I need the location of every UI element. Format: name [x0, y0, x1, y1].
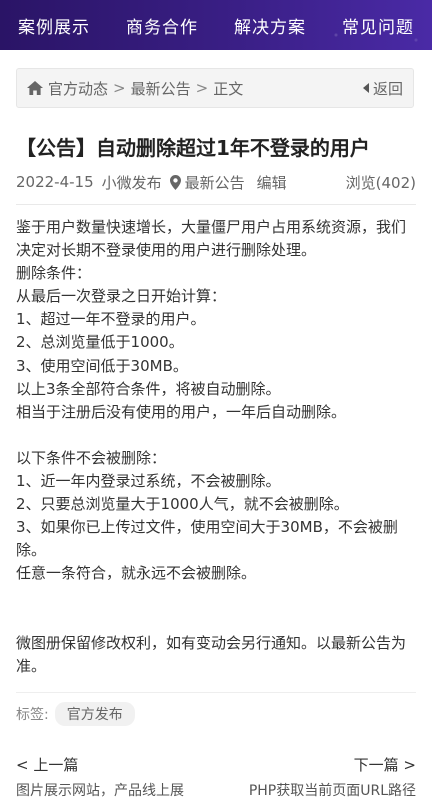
article-title: 【公告】自动删除超过1年不登录的用户: [16, 136, 370, 160]
divider: [16, 204, 416, 205]
prev-article-title[interactable]: 图片展示网站，产品线上展: [16, 780, 184, 800]
article-paragraph: 以上3条全部符合条件，将被自动删除。: [16, 379, 281, 398]
article-pager: < 上一篇 下一篇 > 图片展示网站，产品线上展 PHP获取当前页面URL路径: [16, 752, 416, 802]
divider: [16, 692, 416, 693]
article-paragraph: 微图册保留修改权利，如有变动会另行通知。以最新公告为准。: [16, 633, 407, 675]
nav-item-solutions[interactable]: 解决方案: [234, 13, 306, 38]
breadcrumb: 官方动态 > 最新公告 > 正文 返回: [16, 68, 414, 108]
article-paragraph: 3、如果你已上传过文件，使用空间大于30MB，不会被删除。: [16, 518, 398, 560]
location-pin-icon: [169, 174, 181, 190]
breadcrumb-official-news[interactable]: 官方动态: [48, 78, 108, 99]
breadcrumb-current: 正文: [213, 79, 244, 98]
article-body: 鉴于用户数量快速增长，大量僵尸用户占用系统资源，我们决定对长期不登录使用的用户进…: [16, 216, 416, 678]
article-paragraph: 1、超过一年不登录的用户。: [16, 310, 206, 329]
article-paragraph: 任意一条符合，就永远不会被删除。: [16, 564, 257, 583]
back-button[interactable]: 返回: [362, 78, 403, 99]
top-nav: 案例展示 商务合作 解决方案 常见问题: [0, 0, 432, 50]
back-label: 返回: [372, 79, 403, 98]
home-icon[interactable]: [27, 81, 43, 95]
article-paragraph: 相当于注册后没有使用的用户，一年后自动删除。: [16, 402, 347, 421]
tag-official-release[interactable]: 官方发布: [54, 702, 135, 726]
breadcrumb-latest-notice[interactable]: 最新公告: [131, 78, 191, 99]
article-paragraph: 3、使用空间低于30MB。: [16, 356, 188, 375]
article-paragraph: 从最后一次登录之日开始计算：: [16, 287, 227, 306]
article-meta: 2022-4-15 小微发布 最新公告 编辑 浏览(402): [16, 170, 416, 194]
article-paragraph: 1、近一年内登录过系统，不会被删除。: [16, 472, 281, 491]
article-category-link[interactable]: 最新公告: [185, 172, 245, 193]
article-paragraph: 鉴于用户数量快速增长，大量僵尸用户占用系统资源，我们决定对长期不登录使用的用户进…: [16, 218, 407, 260]
article-paragraph: 以下条件不会被删除：: [16, 448, 167, 467]
tag-row: 标签: 官方发布: [16, 702, 135, 726]
article-paragraph: 2、只要总浏览量大于1000人气，就不会被删除。: [16, 495, 349, 514]
breadcrumb-separator: >: [113, 79, 126, 97]
prev-article-button[interactable]: < 上一篇: [16, 754, 78, 775]
view-count: 浏览(402): [345, 173, 416, 192]
next-article-title[interactable]: PHP获取当前页面URL路径: [249, 780, 416, 800]
article-paragraph: 2、总浏览量低于1000。: [16, 333, 184, 352]
caret-left-icon: [362, 83, 369, 93]
breadcrumb-separator: >: [195, 79, 209, 97]
article-date: 2022-4-15: [16, 173, 94, 191]
nav-item-cases[interactable]: 案例展示: [18, 13, 90, 38]
nav-item-faq[interactable]: 常见问题: [342, 13, 414, 38]
edit-link[interactable]: 编辑: [257, 172, 287, 193]
tags-label: 标签:: [16, 707, 49, 723]
next-article-button[interactable]: 下一篇 >: [354, 754, 416, 775]
article-author: 小微发布: [101, 173, 162, 192]
article-paragraph: 删除条件：: [16, 264, 92, 283]
nav-item-business[interactable]: 商务合作: [126, 13, 198, 38]
